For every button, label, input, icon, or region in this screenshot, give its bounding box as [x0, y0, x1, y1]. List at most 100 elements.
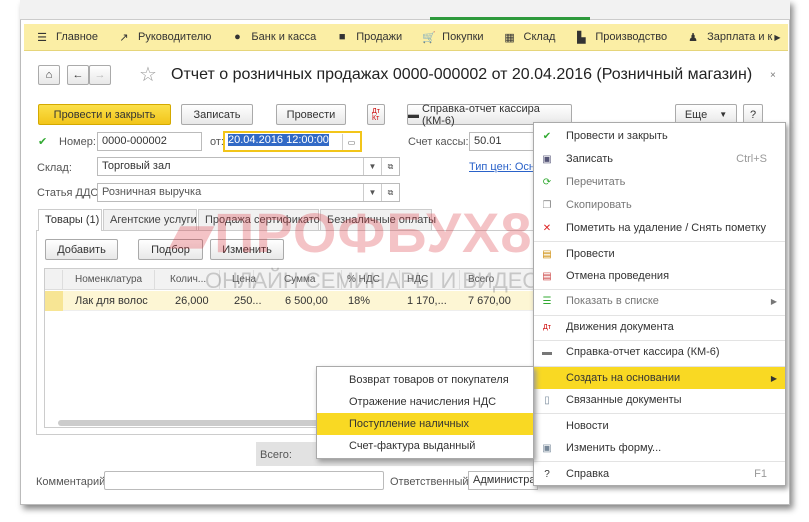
dtkt-button[interactable]: Дт Кт: [367, 104, 385, 125]
menu-separator: [534, 461, 785, 462]
menu-label: Провести: [566, 248, 615, 260]
number-label: Номер:: [59, 136, 96, 148]
section-label: Продажи: [356, 31, 403, 43]
submenu-item-vat[interactable]: Отражение начисления НДС: [317, 391, 533, 413]
printer-icon: ▬: [408, 108, 419, 121]
open-windows-bar: [20, 0, 790, 20]
shortcut: F1: [754, 468, 767, 480]
menu-label: Связанные документы: [566, 394, 682, 406]
tab-goods[interactable]: Товары (1): [38, 209, 102, 231]
calendar-icon[interactable]: ▭: [342, 134, 360, 150]
menu-item-news[interactable]: Новости: [534, 415, 785, 437]
menu-item-movements[interactable]: Дт Движения документа: [534, 316, 785, 338]
cart-icon: 🛒: [422, 31, 436, 44]
more-menu: ✔ Провести и закрыть ▣ Записать Ctrl+S ⟳ Пер…: [533, 122, 786, 486]
total-label: Всего:: [260, 449, 292, 461]
date-field[interactable]: 20.04.2016 12:00:00 ▭: [223, 131, 362, 152]
section-production[interactable]: ▙ Производство: [575, 31, 667, 44]
menu-item-unpost[interactable]: ▤ Отмена проведения: [534, 265, 785, 287]
submenu-item-return[interactable]: Возврат товаров от покупателя: [317, 369, 533, 391]
close-icon[interactable]: ×: [770, 70, 776, 81]
dtkt-icon: Дт Кт: [372, 107, 380, 122]
home-button[interactable]: ⌂: [38, 65, 60, 85]
warehouse-label: Склад:: [37, 162, 72, 174]
cell-total: 7 670,00: [468, 295, 511, 307]
dtkt-icon: Дт: [543, 323, 551, 331]
menu-label: Создать на основании: [566, 372, 681, 384]
menu-item-create-based-on[interactable]: Создать на основании ▶: [534, 367, 785, 389]
arrow-right-icon: →: [94, 69, 106, 81]
cell-vat: 1 170,...: [407, 295, 447, 307]
section-manager[interactable]: ↗ Руководителю: [118, 31, 211, 44]
menu-label: Скопировать: [566, 199, 632, 211]
chevron-right-icon: ▶: [770, 296, 777, 306]
check-icon: ✔: [542, 130, 552, 142]
section-purchases[interactable]: 🛒 Покупки: [422, 31, 483, 44]
section-warehouse[interactable]: ▦ Склад: [504, 31, 556, 44]
person-icon: ♟: [688, 31, 699, 44]
open-icon[interactable]: ⧉: [381, 184, 399, 201]
open-icon[interactable]: ⧉: [381, 158, 399, 175]
back-button[interactable]: ←: [67, 65, 89, 85]
price-type-link[interactable]: Тип цен: Осно: [469, 161, 541, 173]
section-label: Склад: [523, 31, 556, 43]
delete-icon: ✕: [542, 222, 552, 234]
section-label: Руководителю: [138, 31, 212, 43]
more-label: Еще: [684, 108, 708, 121]
active-window-tab[interactable]: [430, 0, 590, 20]
arrow-left-icon: ←: [72, 69, 84, 81]
date-value: 20.04.2016 12:00:00: [228, 134, 329, 146]
menu-item-delete-mark[interactable]: ✕ Пометить на удаление / Снять пометку: [534, 217, 785, 239]
cell-vat-rate: 18%: [348, 295, 371, 307]
responsible-label: Ответственный:: [390, 476, 472, 488]
menu-label: Пометить на удаление / Снять пометку: [566, 222, 766, 234]
section-label: Покупки: [442, 31, 484, 43]
chevron-down-icon[interactable]: ▼: [363, 184, 381, 201]
menu-item-post[interactable]: ▤ Провести: [534, 243, 785, 265]
column-header[interactable]: Номенклатура: [75, 270, 155, 290]
ruble-icon: ●: [234, 31, 241, 43]
number-field[interactable]: 0000-000002: [97, 132, 202, 151]
menu-item-reload[interactable]: ⟳ Перечитать: [534, 171, 785, 193]
menu-label: Перечитать: [566, 176, 626, 188]
cell-price: 250...: [234, 295, 262, 307]
cell-qty: 26,000: [175, 295, 209, 307]
menu-item-post-close[interactable]: ✔ Провести и закрыть: [534, 125, 785, 147]
menu-item-related-docs[interactable]: ▯ Связанные документы: [534, 389, 785, 411]
section-main[interactable]: ☰ Главное: [36, 31, 98, 44]
menu-separator: [534, 241, 785, 242]
menu-item-show-in-list[interactable]: ☰ Показать в списке ▶: [534, 290, 785, 312]
chevron-right-icon: ▶: [770, 373, 777, 383]
menu-label: Новости: [566, 420, 609, 432]
section-salary[interactable]: ♟ Зарплата и к ▶: [687, 31, 780, 44]
menu-item-help[interactable]: ? Справка F1: [534, 463, 785, 485]
menu-item-save[interactable]: ▣ Записать Ctrl+S: [534, 148, 785, 170]
section-bank[interactable]: ● Банк и касса: [231, 31, 316, 43]
save-icon: ▣: [542, 153, 552, 165]
section-sales[interactable]: ■ Продажи: [336, 31, 402, 43]
star-icon[interactable]: ☆: [139, 62, 157, 87]
responsible-field[interactable]: Администрато: [468, 471, 538, 490]
menu-label: Изменить форму...: [566, 442, 662, 454]
add-button[interactable]: Добавить: [45, 239, 118, 260]
dds-value: Розничная выручка: [102, 186, 202, 198]
menu-item-print-km6[interactable]: ▬ Справка-отчет кассира (КМ-6): [534, 341, 785, 363]
posted-icon: ✔: [38, 136, 48, 148]
save-button[interactable]: Записать: [181, 104, 253, 125]
comment-field[interactable]: [104, 471, 384, 490]
date-label: от:: [210, 136, 224, 148]
chevron-down-icon[interactable]: ▼: [363, 158, 381, 175]
forward-button[interactable]: →: [89, 65, 111, 85]
post-button[interactable]: Провести: [276, 104, 346, 125]
warehouse-field[interactable]: Торговый зал ▼ ⧉: [97, 157, 400, 176]
menu-item-change-form[interactable]: ▣ Изменить форму...: [534, 437, 785, 459]
menu-icon: ☰: [37, 31, 47, 44]
scroll-right-icon[interactable]: ▶: [774, 33, 780, 42]
cash-account-field[interactable]: 50.01: [469, 132, 535, 151]
bag-icon: ■: [338, 31, 346, 43]
menu-item-copy[interactable]: ❐ Скопировать: [534, 194, 785, 216]
submenu-item-invoice[interactable]: Счет-фактура выданный: [317, 435, 533, 457]
submenu-item-cash-receipt[interactable]: Поступление наличных: [317, 413, 533, 435]
post-and-close-button[interactable]: Провести и закрыть: [38, 104, 171, 125]
section-label: Главное: [56, 31, 99, 43]
